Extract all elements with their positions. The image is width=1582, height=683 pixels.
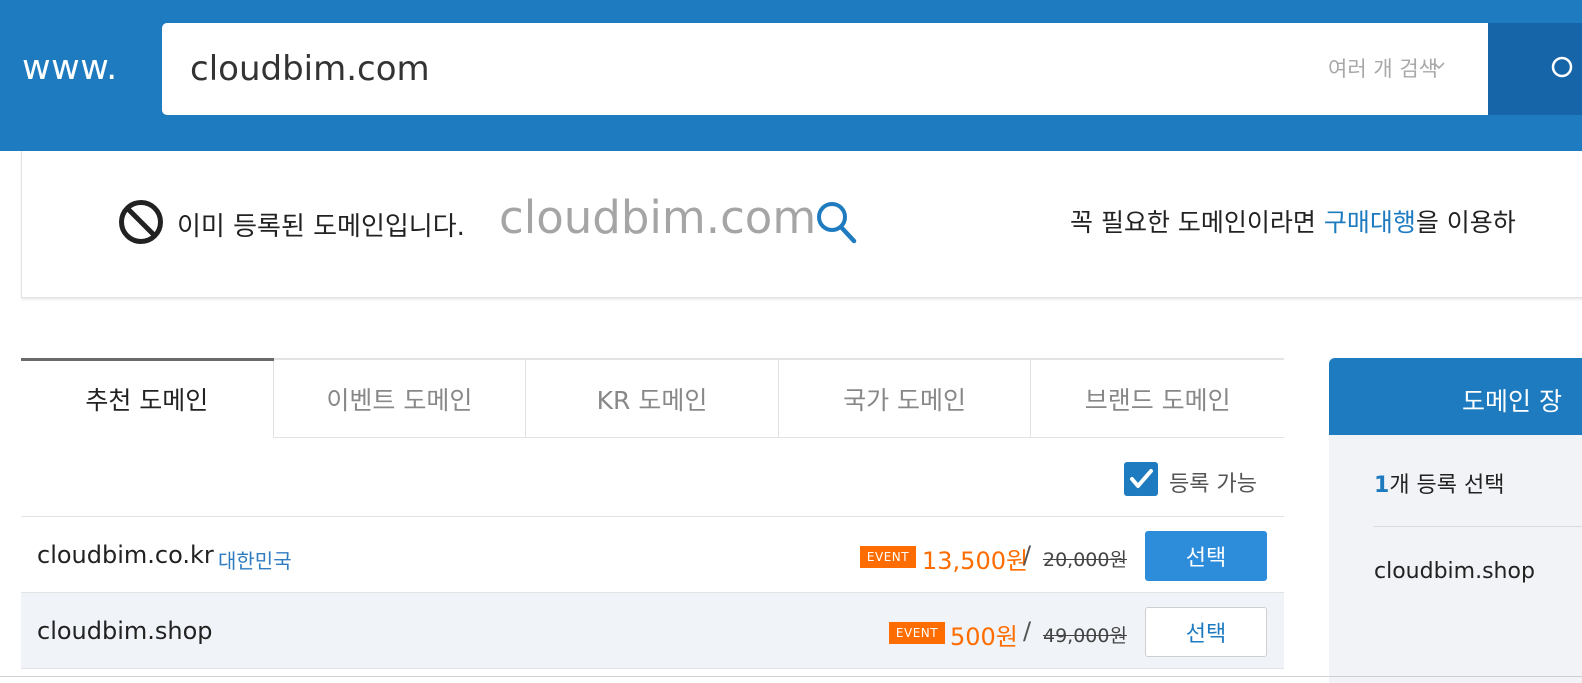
search-icon [1551,56,1573,78]
event-badge: EVENT [889,622,945,644]
select-button[interactable]: 선택 [1145,607,1267,657]
original-price: 20,000원 [1043,549,1127,571]
multi-search-toggle[interactable]: 여러 개 검색 [1328,53,1438,83]
chevron-down-icon[interactable] [1432,59,1446,73]
ban-icon [119,200,163,244]
price-separator: / [1023,617,1032,645]
hint-suffix: 을 이용하 [1415,208,1516,237]
table-divider [21,668,1284,669]
result-domain: cloudbim.co.kr [37,541,214,569]
domain-category-tabs: 추천 도메인 이벤트 도메인 KR 도메인 국가 도메인 브랜드 도메인 [21,358,1284,440]
tab-event[interactable]: 이벤트 도메인 [273,360,527,438]
select-button[interactable]: 선택 [1145,531,1267,581]
cart-item: cloudbim.shop [1374,559,1535,584]
event-price: 13,500원 [922,547,1029,575]
registered-notice: 이미 등록된 도메인입니다. cloudbim.com 꼭 필요한 도메인이라면… [21,151,1582,298]
available-only-checkbox[interactable] [1124,462,1158,496]
search-icon[interactable] [814,199,858,245]
notice-domain: cloudbim.com [499,191,817,244]
cart-divider [1374,526,1582,527]
purchase-agent-hint: 꼭 필요한 도메인이라면 구매대행을 이용하 [1070,203,1516,239]
available-only-label: 등록 가능 [1169,472,1257,497]
notice-message: 이미 등록된 도메인입니다. [177,212,465,242]
purchase-agent-link[interactable]: 구매대행 [1324,208,1416,237]
domain-cart-panel: 도메인 장 1개 등록 선택 cloudbim.shop [1329,358,1582,683]
tab-kr[interactable]: KR 도메인 [526,360,779,438]
original-price: 49,000원 [1043,625,1127,647]
tab-brand[interactable]: 브랜드 도메인 [1031,360,1284,438]
domain-prefix: www. [22,48,118,88]
domain-results: cloudbim.co.kr 대한민국 EVENT 13,500원 / 20,0… [21,516,1284,668]
event-price: 500원 [950,623,1018,651]
tab-recommended[interactable]: 추천 도메인 [21,358,274,438]
result-domain: cloudbim.shop [37,617,213,645]
price-separator: / [1023,541,1032,569]
table-row: cloudbim.shop EVENT 500원 / 49,000원 선택 [21,592,1284,668]
header-bar: www. 여러 개 검색 [0,0,1582,151]
result-country: 대한민국 [218,549,292,573]
cart-title: 도메인 장 [1462,387,1562,416]
table-row: cloudbim.co.kr 대한민국 EVENT 13,500원 / 20,0… [21,516,1284,592]
cart-count-text: 개 등록 선택 [1389,473,1505,498]
cart-count-number: 1 [1374,473,1390,498]
cart-count: 1개 등록 선택 [1374,467,1505,499]
search-box: 여러 개 검색 [162,23,1488,115]
multi-search-label: 여러 개 검색 [1328,57,1438,81]
checkmark-icon [1130,469,1153,488]
domain-search-input[interactable] [190,23,1270,115]
tab-country[interactable]: 국가 도메인 [778,360,1032,438]
page-bottom-divider [0,676,1582,677]
cart-header: 도메인 장 [1329,358,1582,435]
hint-prefix: 꼭 필요한 도메인이라면 [1070,208,1324,237]
event-badge: EVENT [860,546,916,568]
search-button[interactable] [1488,23,1582,115]
